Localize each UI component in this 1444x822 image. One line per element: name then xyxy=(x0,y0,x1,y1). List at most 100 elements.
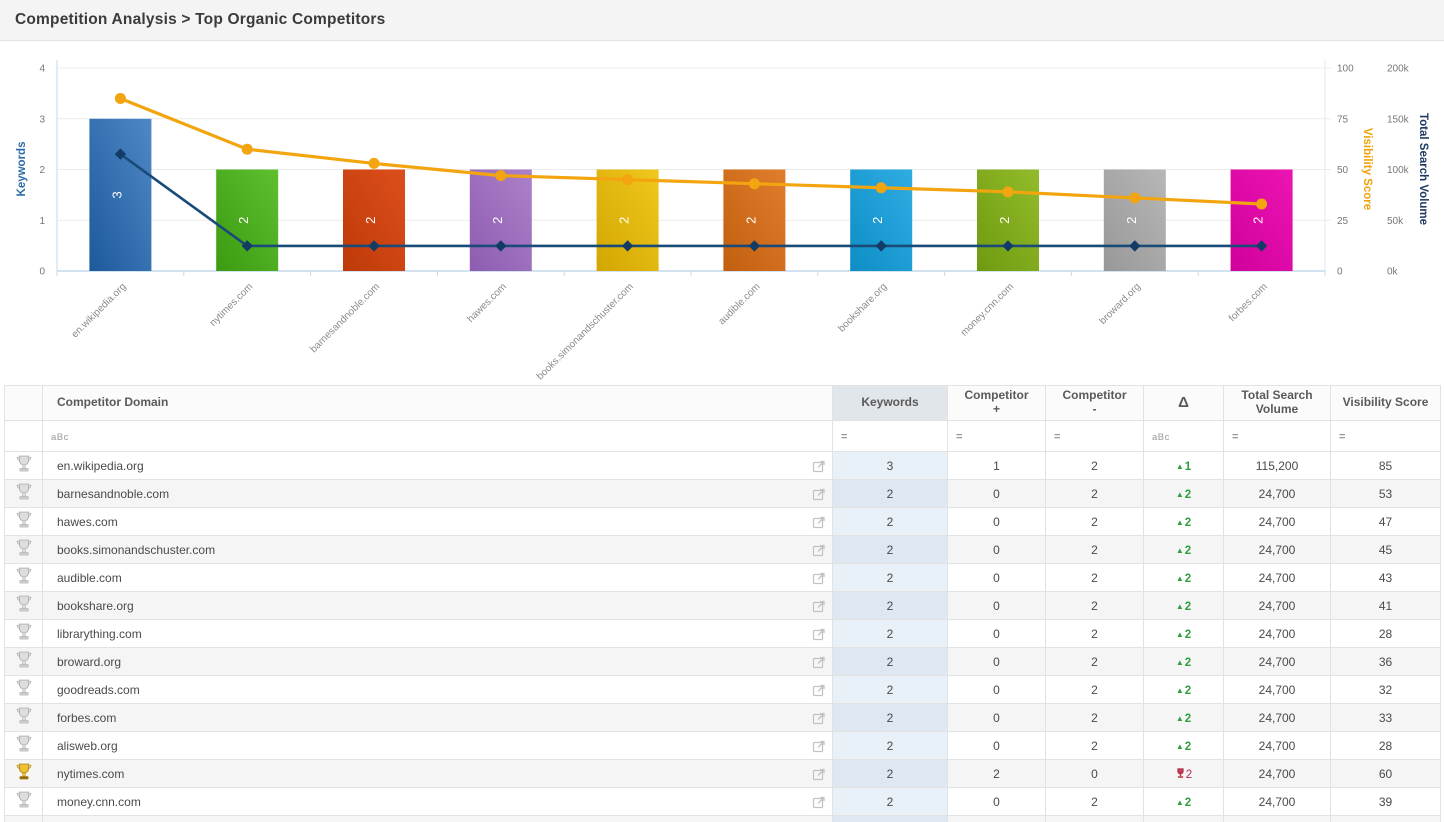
table-row[interactable]: broward.org 202▲224,70036 xyxy=(5,648,1441,676)
visibility-score-point-broward.org[interactable] xyxy=(1129,192,1140,203)
filter-cell-domain[interactable]: aBc xyxy=(43,421,833,452)
delta-up-icon: ▲ xyxy=(1176,658,1184,667)
column-header-keywords[interactable]: Keywords xyxy=(833,386,948,421)
domain-text[interactable]: money.cnn.com xyxy=(57,795,141,809)
table-row[interactable]: alisweb.org 202▲224,70028 xyxy=(5,732,1441,760)
total-search-volume-cell: 24,700 xyxy=(1224,676,1331,704)
domain-text[interactable]: nytimes.com xyxy=(57,767,124,781)
external-link-icon[interactable] xyxy=(812,515,826,529)
competitors-table-wrap: Competitor Domain Keywords Competitor+ C… xyxy=(4,385,1440,822)
keywords-cell: 2 xyxy=(833,704,948,732)
table-row[interactable]: forbes.com 202▲224,70033 xyxy=(5,704,1441,732)
table-row[interactable]: goodreads.com 202▲224,70032 xyxy=(5,676,1441,704)
column-header-competitor-plus[interactable]: Competitor+ xyxy=(948,386,1046,421)
visibility-score-cell: 53 xyxy=(1331,480,1441,508)
domain-text[interactable]: forbes.com xyxy=(57,711,116,725)
table-row[interactable]: nytimes.com 220 224,70060 xyxy=(5,760,1441,788)
column-header-competitor-minus[interactable]: Competitor- xyxy=(1046,386,1144,421)
visibility-score-point-hawes.com[interactable] xyxy=(495,170,506,181)
equals-filter-icon[interactable]: = xyxy=(1232,431,1238,443)
total-search-volume-cell: 24,700 xyxy=(1224,536,1331,564)
delta-value: 2 xyxy=(1185,713,1191,725)
x-axis-label-nytimes.com: nytimes.com xyxy=(208,281,255,328)
domain-text[interactable]: bookshare.org xyxy=(57,599,134,613)
external-link-icon[interactable] xyxy=(812,599,826,613)
table-row[interactable]: audible.com 202▲224,70043 xyxy=(5,564,1441,592)
text-filter-icon[interactable]: aBc xyxy=(51,432,69,443)
table-row[interactable]: bookshare.org 202▲224,70041 xyxy=(5,592,1441,620)
bar-value-label: 2 xyxy=(490,217,505,224)
column-header-total-search-volume[interactable]: Total SearchVolume xyxy=(1224,386,1331,421)
external-link-icon[interactable] xyxy=(812,739,826,753)
visibility-score-point-forbes.com[interactable] xyxy=(1256,199,1267,210)
column-header-domain[interactable]: Competitor Domain xyxy=(43,386,833,421)
bar-value-label: 2 xyxy=(870,217,885,224)
visibility-score-point-en.wikipedia.org[interactable] xyxy=(115,93,126,104)
trophy-icon-silver xyxy=(16,455,32,473)
keywords-cell: 2 xyxy=(833,480,948,508)
external-link-icon[interactable] xyxy=(812,487,826,501)
external-link-icon[interactable] xyxy=(812,459,826,473)
domain-text[interactable]: alisweb.org xyxy=(57,739,118,753)
visibility-score-point-audible.com[interactable] xyxy=(749,178,760,189)
filter-cell-delta[interactable]: aBc xyxy=(1144,421,1224,452)
filter-cell-trophy xyxy=(5,421,43,452)
partial-row xyxy=(5,816,1441,822)
breadcrumb: Competition Analysis > Top Organic Compe… xyxy=(15,11,385,29)
external-link-icon[interactable] xyxy=(812,543,826,557)
column-header-visibility-score[interactable]: Visibility Score xyxy=(1331,386,1441,421)
delta-value: 2 xyxy=(1185,657,1191,669)
bar-value-label: 2 xyxy=(1251,217,1266,224)
filter-cell-keywords[interactable]: = xyxy=(833,421,948,452)
competitor-domain-cell: alisweb.org xyxy=(43,732,833,760)
domain-text[interactable]: barnesandnoble.com xyxy=(57,487,169,501)
external-link-icon[interactable] xyxy=(812,795,826,809)
equals-filter-icon[interactable]: = xyxy=(956,431,962,443)
delta-value: 2 xyxy=(1185,629,1191,641)
equals-filter-icon[interactable]: = xyxy=(1054,431,1060,443)
domain-text[interactable]: broward.org xyxy=(57,655,121,669)
competitor-minus-cell: 2 xyxy=(1046,704,1144,732)
competitor-plus-cell: 0 xyxy=(948,508,1046,536)
table-row[interactable]: barnesandnoble.com 202▲224,70053 xyxy=(5,480,1441,508)
visibility-axis-tick: 50 xyxy=(1337,165,1349,176)
table-row[interactable]: books.simonandschuster.com 202▲224,70045 xyxy=(5,536,1441,564)
equals-filter-icon[interactable]: = xyxy=(1339,431,1345,443)
external-link-icon[interactable] xyxy=(812,655,826,669)
table-row[interactable]: en.wikipedia.org 312▲1115,20085 xyxy=(5,452,1441,480)
filter-cell-total-search-volume[interactable]: = xyxy=(1224,421,1331,452)
column-header-delta[interactable]: Δ xyxy=(1144,386,1224,421)
equals-filter-icon[interactable]: = xyxy=(841,431,847,443)
delta-up-icon: ▲ xyxy=(1176,462,1184,471)
external-link-icon[interactable] xyxy=(812,571,826,585)
domain-text[interactable]: en.wikipedia.org xyxy=(57,459,144,473)
visibility-score-point-money.cnn.com[interactable] xyxy=(1003,186,1014,197)
filter-cell-competitor-minus[interactable]: = xyxy=(1046,421,1144,452)
table-row[interactable]: hawes.com 202▲224,70047 xyxy=(5,508,1441,536)
filter-cell-competitor-plus[interactable]: = xyxy=(948,421,1046,452)
domain-text[interactable]: books.simonandschuster.com xyxy=(57,543,215,557)
external-link-icon[interactable] xyxy=(812,683,826,697)
external-link-icon[interactable] xyxy=(812,711,826,725)
competitor-domain-cell: en.wikipedia.org xyxy=(43,452,833,480)
domain-text[interactable]: audible.com xyxy=(57,571,122,585)
table-row[interactable]: money.cnn.com 202▲224,70039 xyxy=(5,788,1441,816)
domain-text[interactable]: goodreads.com xyxy=(57,683,140,697)
domain-text[interactable]: librarything.com xyxy=(57,627,142,641)
competitor-plus-cell: 0 xyxy=(948,788,1046,816)
total-search-volume-cell: 24,700 xyxy=(1224,648,1331,676)
visibility-score-point-bookshare.org[interactable] xyxy=(876,182,887,193)
external-link-icon[interactable] xyxy=(812,767,826,781)
text-filter-icon[interactable]: aBc xyxy=(1152,432,1170,443)
visibility-score-point-nytimes.com[interactable] xyxy=(242,144,253,155)
competitor-domain-cell: nytimes.com xyxy=(43,760,833,788)
visibility-score-point-barnesandnoble.com[interactable] xyxy=(369,158,380,169)
table-row[interactable]: librarything.com 202▲224,70028 xyxy=(5,620,1441,648)
visibility-score-point-books.simonandschuster.com[interactable] xyxy=(622,174,633,185)
filter-row: aBc = = = aBc = = xyxy=(5,421,1441,452)
search-volume-axis-tick: 150k xyxy=(1387,114,1410,125)
bar-value-label: 3 xyxy=(109,191,124,198)
filter-cell-visibility-score[interactable]: = xyxy=(1331,421,1441,452)
external-link-icon[interactable] xyxy=(812,627,826,641)
domain-text[interactable]: hawes.com xyxy=(57,515,118,529)
